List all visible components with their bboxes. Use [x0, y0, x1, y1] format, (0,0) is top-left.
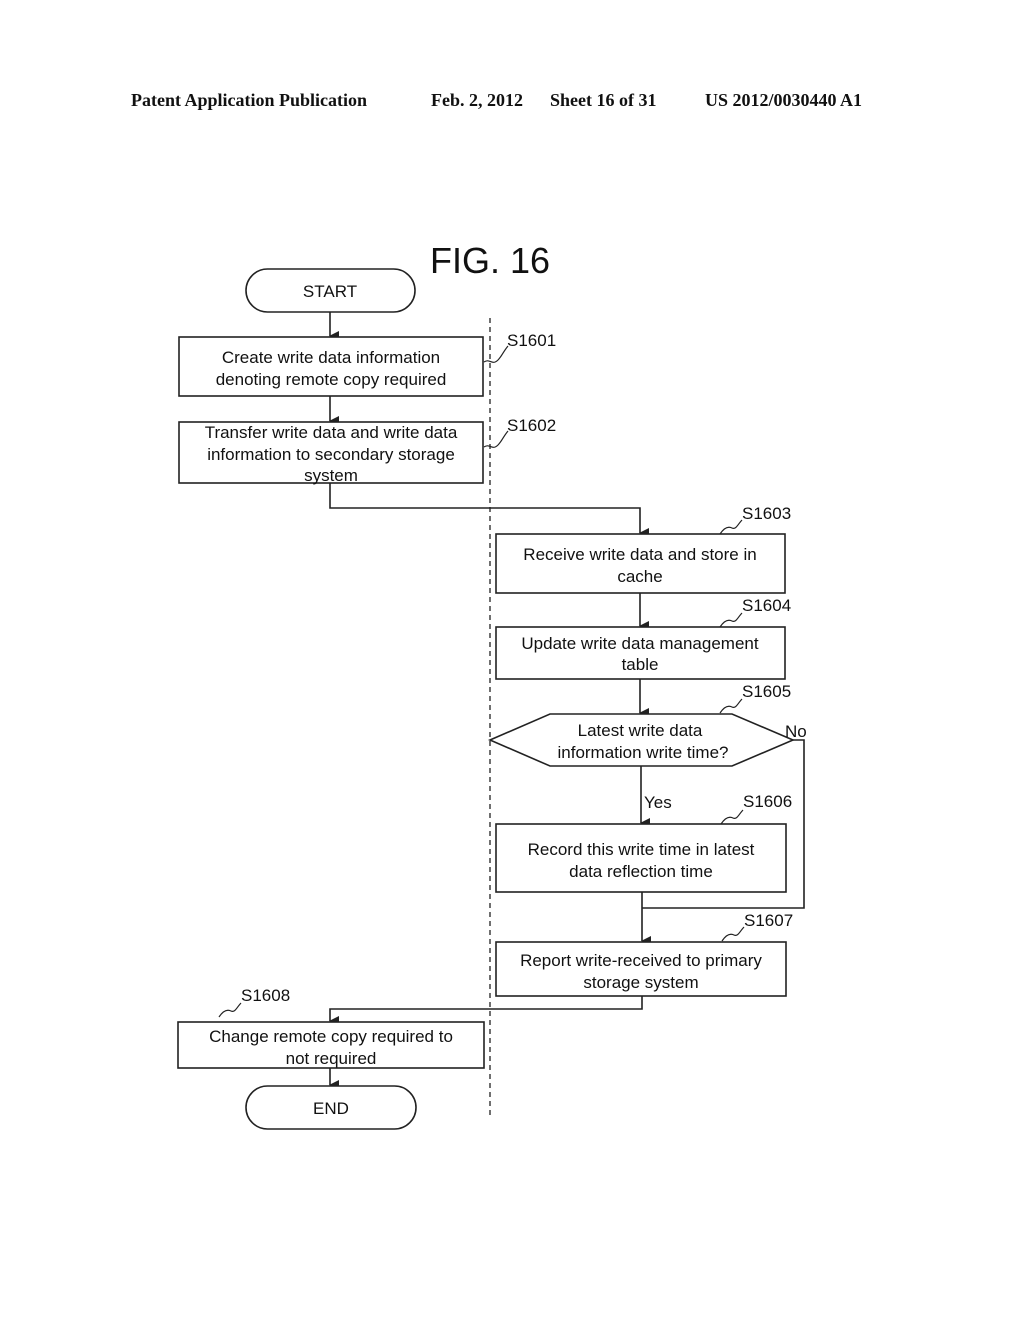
step-label-s1602: S1602 [507, 416, 556, 435]
svg-text:table: table [622, 655, 659, 674]
label-leader [721, 926, 745, 942]
end-terminal: END [245, 1085, 417, 1130]
step-label-s1606: S1606 [743, 792, 792, 811]
label-leader [719, 519, 743, 535]
branch-yes-label: Yes [644, 793, 672, 812]
svg-text:START: START [303, 282, 357, 301]
svg-text:data reflection time: data reflection time [569, 862, 713, 881]
label-leader [719, 698, 743, 714]
label-leader [218, 1002, 242, 1018]
svg-text:Report write-received to prima: Report write-received to primary [520, 951, 762, 970]
step-label-s1607: S1607 [744, 911, 793, 930]
label-leader [719, 612, 743, 628]
svg-text:not required: not required [286, 1049, 377, 1068]
step-label-s1608: S1608 [241, 986, 290, 1005]
svg-text:storage system: storage system [583, 973, 698, 992]
svg-text:Latest write data: Latest write data [578, 721, 703, 740]
step-label-s1604: S1604 [742, 596, 791, 615]
svg-text:system: system [304, 466, 358, 485]
decision-s1605: Latest write data information write time… [487, 713, 796, 767]
arrow-s1602-s1603 [329, 483, 649, 538]
svg-text:Change remote copy required to: Change remote copy required to [209, 1027, 453, 1046]
step-s1603: Receive write data and store in cache [495, 533, 786, 594]
step-label-s1605: S1605 [742, 682, 791, 701]
label-leader [483, 345, 509, 363]
label-leader [483, 430, 509, 448]
start-terminal: START [245, 268, 416, 313]
svg-text:cache: cache [617, 567, 662, 586]
step-s1601: Create write data information denoting r… [178, 336, 484, 397]
step-label-s1601: S1601 [507, 331, 556, 350]
label-leader [720, 809, 744, 825]
step-s1608: Change remote copy required to not requi… [177, 1021, 485, 1069]
step-s1606: Record this write time in latest data re… [495, 823, 787, 893]
flowchart: START Create write data information deno… [177, 268, 807, 1130]
svg-text:Create write data information: Create write data information [222, 348, 440, 367]
step-s1602: Transfer write data and write data infor… [178, 421, 484, 485]
step-label-s1603: S1603 [742, 504, 791, 523]
svg-text:END: END [313, 1099, 349, 1118]
svg-text:information to secondary stora: information to secondary storage [207, 445, 455, 464]
step-s1604: Update write data management table [495, 626, 786, 680]
svg-text:information write time?: information write time? [557, 743, 728, 762]
svg-text:Record this write time in late: Record this write time in latest [528, 840, 755, 859]
svg-text:denoting remote copy required: denoting remote copy required [216, 370, 447, 389]
svg-text:Update write data management: Update write data management [521, 634, 758, 653]
svg-text:Receive write data and store i: Receive write data and store in [523, 545, 756, 564]
svg-text:Transfer write data and write: Transfer write data and write data [205, 423, 458, 442]
step-s1607: Report write-received to primary storage… [495, 941, 787, 997]
arrow-s1607-s1608 [329, 996, 643, 1026]
branch-no-label: No [785, 722, 807, 741]
